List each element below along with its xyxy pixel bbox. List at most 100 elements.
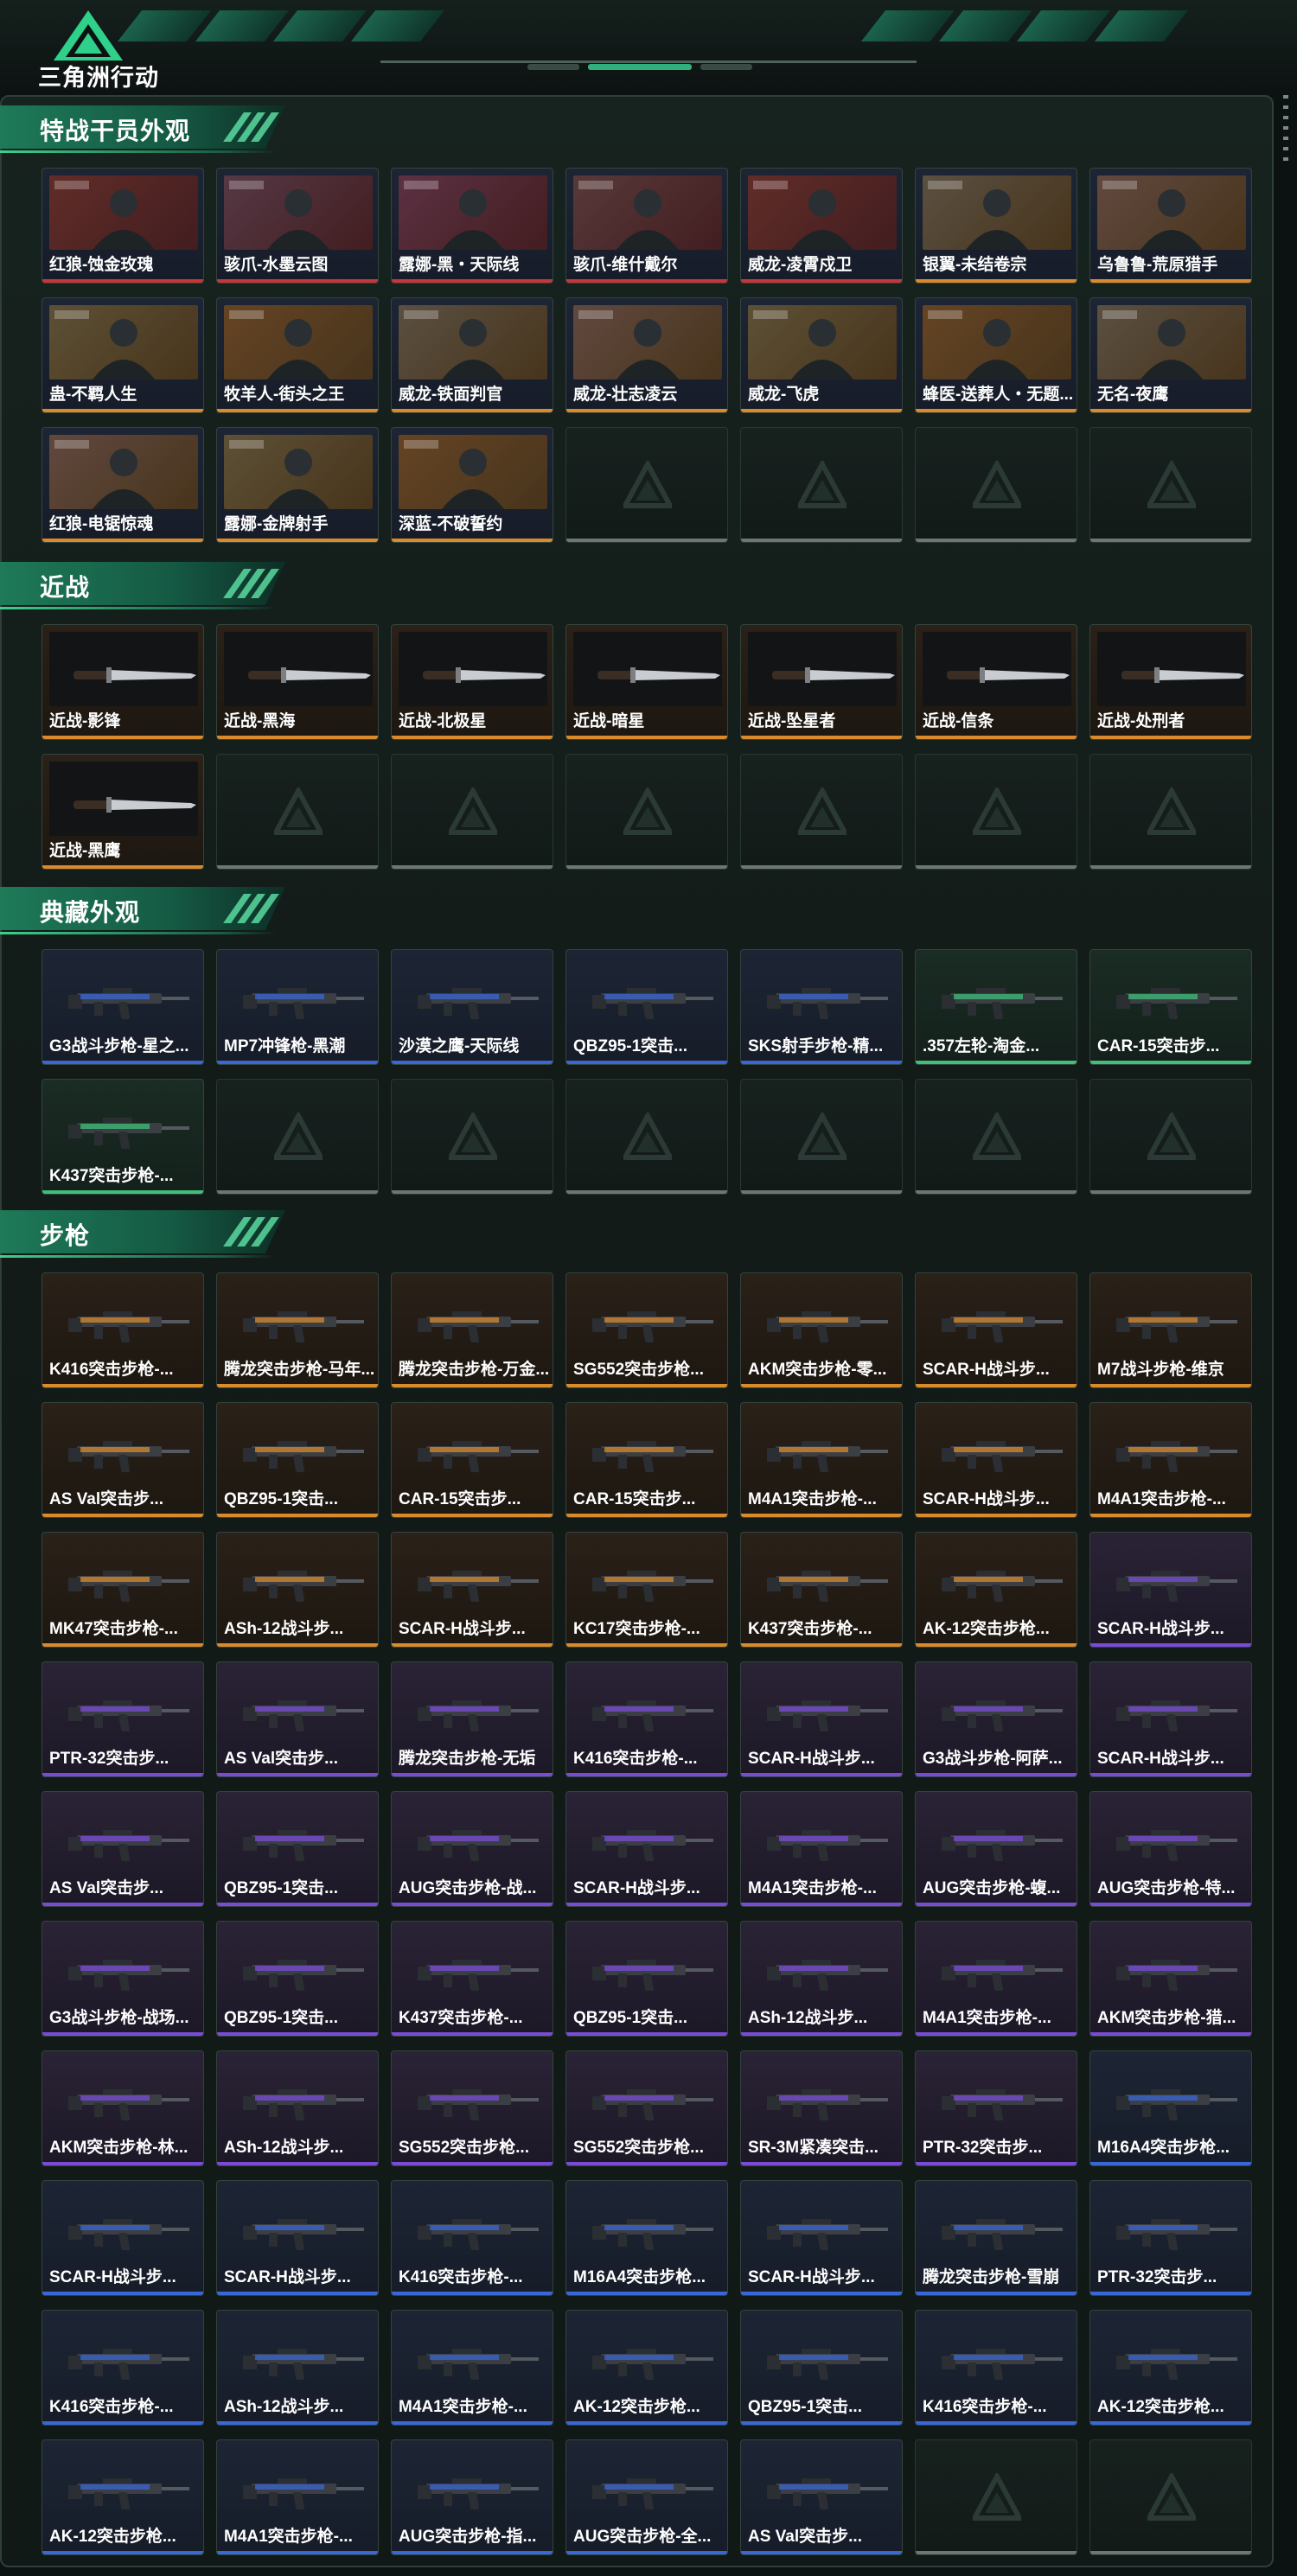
collection-item[interactable]: AK-12突击步枪... (42, 2439, 204, 2555)
collection-item[interactable]: SCAR-H战斗步... (740, 2180, 903, 2296)
collection-item[interactable]: .357左轮-淘金... (915, 949, 1077, 1065)
collection-item[interactable]: QBZ95-1突击... (216, 1791, 379, 1907)
collection-item[interactable]: ASh-12战斗步... (740, 1921, 903, 2037)
collection-item[interactable]: SG552突击步枪... (565, 1272, 728, 1388)
collection-item[interactable]: 露娜-黑・天际线 (391, 168, 553, 284)
collection-item[interactable]: AUG突击步枪-全... (565, 2439, 728, 2555)
collection-item[interactable]: AUG突击步枪-指... (391, 2439, 553, 2555)
collection-item[interactable]: CAR-15突击步... (391, 1402, 553, 1518)
collection-item[interactable]: PTR-32突击步... (915, 2050, 1077, 2166)
collection-item[interactable]: M16A4突击步枪... (1089, 2050, 1252, 2166)
collection-item[interactable]: M4A1突击步枪-... (740, 1791, 903, 1907)
collection-item[interactable]: 深蓝-不破誓约 (391, 427, 553, 543)
collection-item[interactable]: 沙漠之鹰-天际线 (391, 949, 553, 1065)
collection-item[interactable]: 腾龙突击步枪-无垢 (391, 1661, 553, 1777)
collection-item[interactable]: 腾龙突击步枪-马年... (216, 1272, 379, 1388)
collection-item[interactable]: 威龙-壮志凌云 (565, 297, 728, 413)
collection-item[interactable]: G3战斗步枪-星之... (42, 949, 204, 1065)
collection-item[interactable]: 银翼-未结卷宗 (915, 168, 1077, 284)
collection-item[interactable]: SCAR-H战斗步... (1089, 1532, 1252, 1648)
collection-item[interactable]: 近战-暗星 (565, 624, 728, 740)
collection-item[interactable]: K437突击步枪-... (391, 1921, 553, 2037)
collection-item[interactable]: M7战斗步枪-维京 (1089, 1272, 1252, 1388)
collection-item[interactable]: QBZ95-1突击... (216, 1402, 379, 1518)
collection-item[interactable]: M4A1突击步枪-... (1089, 1402, 1252, 1518)
collection-item[interactable]: AK-12突击步枪... (1089, 2310, 1252, 2426)
collection-item[interactable]: AS Val突击步... (42, 1402, 204, 1518)
collection-item[interactable]: 近战-北极星 (391, 624, 553, 740)
collection-item[interactable]: K437突击步枪-... (42, 1079, 204, 1195)
collection-item[interactable]: AK-12突击步枪... (915, 1532, 1077, 1648)
collection-item[interactable]: 近战-处刑者 (1089, 624, 1252, 740)
collection-item[interactable]: SKS射手步枪-精... (740, 949, 903, 1065)
collection-item[interactable]: SCAR-H战斗步... (740, 1661, 903, 1777)
collection-item[interactable]: SCAR-H战斗步... (915, 1402, 1077, 1518)
collection-item[interactable]: AUG突击步枪-战... (391, 1791, 553, 1907)
collection-item[interactable]: 骇爪-维什戴尔 (565, 168, 728, 284)
collection-item[interactable]: AUG突击步枪-特... (1089, 1791, 1252, 1907)
collection-item[interactable]: SG552突击步枪... (391, 2050, 553, 2166)
collection-item[interactable]: 红狼-电锯惊魂 (42, 427, 204, 543)
collection-item[interactable]: AS Val突击步... (216, 1661, 379, 1777)
collection-item[interactable]: 近战-坠星者 (740, 624, 903, 740)
collection-item[interactable]: SG552突击步枪... (565, 2050, 728, 2166)
collection-item[interactable]: KC17突击步枪-... (565, 1532, 728, 1648)
collection-item[interactable]: 腾龙突击步枪-万金... (391, 1272, 553, 1388)
scroll-indicator[interactable] (1283, 95, 1288, 164)
collection-item[interactable]: QBZ95-1突击... (740, 2310, 903, 2426)
collection-item[interactable]: 近战-黑鹰 (42, 754, 204, 870)
collection-item[interactable]: CAR-15突击步... (1089, 949, 1252, 1065)
collection-item[interactable]: SR-3M紧凑突击... (740, 2050, 903, 2166)
collection-item[interactable]: K416突击步枪-... (391, 2180, 553, 2296)
collection-item[interactable]: 蛊-不羁人生 (42, 297, 204, 413)
collection-item[interactable]: 无名-夜鹰 (1089, 297, 1252, 413)
collection-item[interactable]: 近战-影锋 (42, 624, 204, 740)
collection-item[interactable]: CAR-15突击步... (565, 1402, 728, 1518)
collection-item[interactable]: G3战斗步枪-阿萨... (915, 1661, 1077, 1777)
collection-item[interactable]: K416突击步枪-... (42, 1272, 204, 1388)
collection-item[interactable]: 蜂医-送葬人・无题... (915, 297, 1077, 413)
collection-item[interactable]: AKM突击步枪-林... (42, 2050, 204, 2166)
collection-item[interactable]: M4A1突击步枪-... (740, 1402, 903, 1518)
collection-item[interactable]: PTR-32突击步... (1089, 2180, 1252, 2296)
collection-item[interactable]: 近战-信条 (915, 624, 1077, 740)
collection-item[interactable]: SCAR-H战斗步... (565, 1791, 728, 1907)
collection-item[interactable]: 腾龙突击步枪-雪崩 (915, 2180, 1077, 2296)
collection-item[interactable]: SCAR-H战斗步... (915, 1272, 1077, 1388)
collection-item[interactable]: AKM突击步枪-猎... (1089, 1921, 1252, 2037)
collection-item[interactable]: K416突击步枪-... (565, 1661, 728, 1777)
collection-item[interactable]: AUG突击步枪-蝮... (915, 1791, 1077, 1907)
collection-item[interactable]: 牧羊人-街头之王 (216, 297, 379, 413)
collection-item[interactable]: ASh-12战斗步... (216, 1532, 379, 1648)
collection-item[interactable]: SCAR-H战斗步... (391, 1532, 553, 1648)
collection-item[interactable]: QBZ95-1突击... (565, 1921, 728, 2037)
collection-item[interactable]: K437突击步枪-... (740, 1532, 903, 1648)
collection-item[interactable]: AK-12突击步枪... (565, 2310, 728, 2426)
collection-item[interactable]: 威龙-飞虎 (740, 297, 903, 413)
collection-item[interactable]: QBZ95-1突击... (216, 1921, 379, 2037)
collection-item[interactable]: 骇爪-水墨云图 (216, 168, 379, 284)
collection-item[interactable]: PTR-32突击步... (42, 1661, 204, 1777)
collection-item[interactable]: MP7冲锋枪-黑潮 (216, 949, 379, 1065)
collection-item[interactable]: SCAR-H战斗步... (216, 2180, 379, 2296)
collection-item[interactable]: QBZ95-1突击... (565, 949, 728, 1065)
collection-item[interactable]: ASh-12战斗步... (216, 2050, 379, 2166)
collection-item[interactable]: AKM突击步枪-零... (740, 1272, 903, 1388)
collection-item[interactable]: M4A1突击步枪-... (391, 2310, 553, 2426)
collection-item[interactable]: 红狼-蚀金玫瑰 (42, 168, 204, 284)
collection-item[interactable]: K416突击步枪-... (915, 2310, 1077, 2426)
collection-item[interactable]: 威龙-铁面判官 (391, 297, 553, 413)
collection-item[interactable]: M4A1突击步枪-... (915, 1921, 1077, 2037)
collection-item[interactable]: SCAR-H战斗步... (1089, 1661, 1252, 1777)
collection-item[interactable]: G3战斗步枪-战场... (42, 1921, 204, 2037)
collection-item[interactable]: 威龙-凌霄戍卫 (740, 168, 903, 284)
collection-item[interactable]: 乌鲁鲁-荒原猎手 (1089, 168, 1252, 284)
collection-item[interactable]: SCAR-H战斗步... (42, 2180, 204, 2296)
collection-item[interactable]: ASh-12战斗步... (216, 2310, 379, 2426)
collection-item[interactable]: AS Val突击步... (740, 2439, 903, 2555)
collection-item[interactable]: MK47突击步枪-... (42, 1532, 204, 1648)
collection-item[interactable]: 近战-黑海 (216, 624, 379, 740)
collection-item[interactable]: 露娜-金牌射手 (216, 427, 379, 543)
collection-item[interactable]: M16A4突击步枪... (565, 2180, 728, 2296)
collection-item[interactable]: K416突击步枪-... (42, 2310, 204, 2426)
